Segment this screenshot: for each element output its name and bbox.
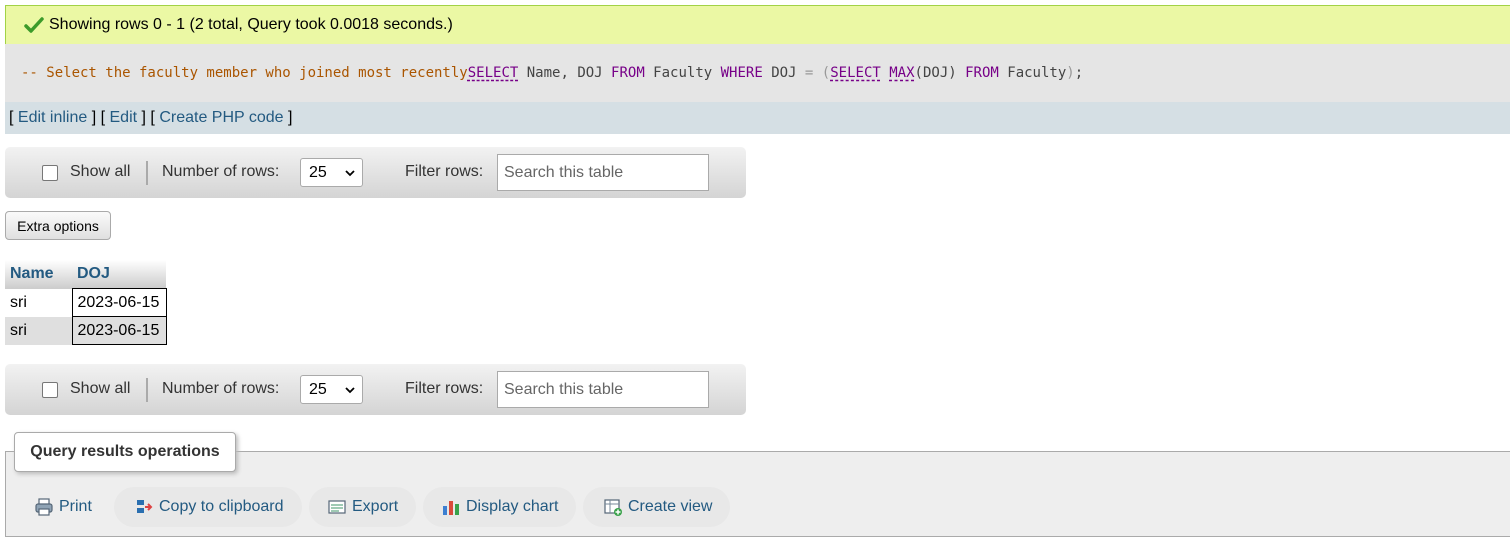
show-all-label[interactable]: Show all xyxy=(70,163,130,181)
chevron-down-icon xyxy=(345,170,355,177)
cell-doj[interactable]: 2023-06-15 xyxy=(71,288,167,317)
column-header-name[interactable]: Name xyxy=(5,260,72,289)
sql-keyword-where: WHERE xyxy=(720,65,763,81)
rows-per-page-value: 25 xyxy=(309,381,327,398)
filter-rows-search-input[interactable] xyxy=(497,154,709,191)
sql-keyword-from-sub: FROM xyxy=(965,65,999,81)
sql-space xyxy=(813,65,821,81)
create-view-label: Create view xyxy=(628,498,713,515)
edit-link[interactable]: Edit xyxy=(110,109,138,127)
bracket-mid-2: ] [ xyxy=(137,109,160,126)
filter-rows-label: Filter rows: xyxy=(405,380,484,397)
success-message-text: Showing rows 0 - 1 (2 total, Query took … xyxy=(49,16,453,33)
sql-operator-eq: = xyxy=(804,65,814,81)
bracket-close: ] xyxy=(283,109,293,126)
copy-to-clipboard-label: Copy to clipboard xyxy=(159,498,284,515)
export-button[interactable]: Export xyxy=(309,487,416,527)
sql-semicolon: ; xyxy=(1074,65,1084,81)
copy-to-clipboard-button[interactable]: Copy to clipboard xyxy=(114,487,302,527)
show-all-checkbox[interactable] xyxy=(42,165,58,181)
cell-name[interactable]: sri xyxy=(5,316,72,345)
rows-per-page-select[interactable]: 25 xyxy=(300,375,363,404)
table-row: sri 2023-06-15 xyxy=(5,316,167,345)
show-all-label[interactable]: Show all xyxy=(70,380,130,398)
table-navigation-bottom: Show all Number of rows: 25 Filter rows: xyxy=(5,364,746,415)
export-icon xyxy=(328,500,346,514)
sql-keyword-select-sub[interactable]: SELECT xyxy=(830,65,881,81)
extra-options-button[interactable]: Extra options xyxy=(5,211,111,240)
sql-keyword-from: FROM xyxy=(611,65,645,81)
print-label: Print xyxy=(59,498,92,515)
chevron-down-icon xyxy=(345,387,355,394)
column-header-doj[interactable]: DOJ xyxy=(72,260,166,289)
success-message-bar: Showing rows 0 - 1 (2 total, Query took … xyxy=(5,5,1510,44)
sql-column-doj: DOJ xyxy=(762,65,805,81)
bracket-open: [ xyxy=(9,109,18,126)
table-navigation-top: Show all Number of rows: 25 Filter rows: xyxy=(5,147,746,198)
show-all-checkbox[interactable] xyxy=(42,382,58,398)
rows-per-page-select[interactable]: 25 xyxy=(300,158,363,187)
query-results-operations-title: Query results operations xyxy=(14,432,236,472)
edit-inline-link[interactable]: Edit inline xyxy=(18,109,87,127)
sql-space-sub xyxy=(881,65,889,81)
filter-rows-label: Filter rows: xyxy=(405,163,484,180)
create-view-icon xyxy=(604,499,622,516)
rows-per-page-value: 25 xyxy=(309,164,327,181)
cell-name[interactable]: sri xyxy=(5,288,72,317)
table-row: sri 2023-06-15 xyxy=(5,288,167,317)
cell-doj[interactable]: 2023-06-15 xyxy=(71,316,167,345)
export-label: Export xyxy=(352,498,399,515)
clipboard-icon xyxy=(137,500,153,513)
create-view-button[interactable]: Create view xyxy=(583,487,730,527)
filter-rows-search-input[interactable] xyxy=(497,371,709,408)
separator xyxy=(146,161,148,185)
sql-comment: -- Select the faculty member who joined … xyxy=(21,65,468,81)
sql-lparen: ( xyxy=(821,65,831,81)
print-button[interactable]: Print xyxy=(26,487,106,527)
number-of-rows-label: Number of rows: xyxy=(162,163,280,180)
sql-keyword-select[interactable]: SELECT xyxy=(468,65,519,81)
sql-function-max[interactable]: MAX xyxy=(889,65,914,81)
sql-rparen: ) xyxy=(1066,65,1075,81)
printer-icon xyxy=(35,498,53,516)
check-icon xyxy=(24,17,44,33)
results-table: Name DOJ sri 2023-06-15 sri 2023-06-15 xyxy=(5,260,167,345)
bracket-mid-1: ] [ xyxy=(87,109,110,126)
sql-query-display: -- Select the faculty member who joined … xyxy=(5,44,1510,102)
table-header-row: Name DOJ xyxy=(5,260,166,289)
sql-table: Faculty xyxy=(644,65,721,81)
sql-columns: Name, DOJ xyxy=(518,65,612,81)
create-php-code-link[interactable]: Create PHP code xyxy=(159,109,283,127)
query-edit-links: [ Edit inline ] [ Edit ] [ Create PHP co… xyxy=(5,102,1510,134)
sql-table-sub: Faculty xyxy=(998,65,1067,81)
bar-chart-icon xyxy=(443,501,459,515)
separator xyxy=(146,378,148,402)
sql-max-arg: (DOJ) xyxy=(914,65,966,81)
display-chart-button[interactable]: Display chart xyxy=(423,487,576,527)
number-of-rows-label: Number of rows: xyxy=(162,380,280,397)
display-chart-label: Display chart xyxy=(466,498,559,515)
